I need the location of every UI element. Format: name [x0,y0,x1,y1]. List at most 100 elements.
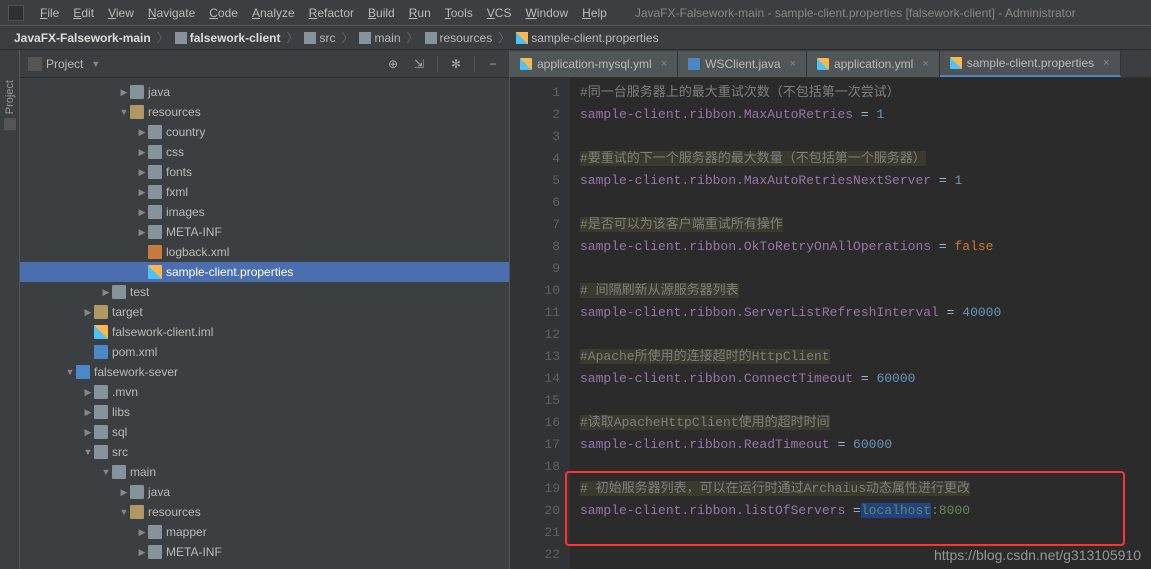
editor-tab[interactable]: WSClient.java× [678,51,807,77]
menu-run[interactable]: Run [403,4,437,22]
tree-arrow-icon[interactable]: ▶ [136,187,148,198]
locate-icon[interactable]: ⊕ [385,56,401,72]
tree-node[interactable]: ▼main [20,462,509,482]
breadcrumb-item[interactable]: falsework-client [171,29,285,47]
code-line[interactable] [580,456,1141,478]
code-line[interactable] [580,324,1141,346]
tree-arrow-icon[interactable]: ▶ [136,147,148,158]
tree-node[interactable]: ▶java [20,482,509,502]
code-line[interactable]: sample-client.ribbon.MaxAutoRetries = 1 [580,104,1141,126]
menu-tools[interactable]: Tools [439,4,479,22]
tree-arrow-icon[interactable]: ▶ [136,127,148,138]
tree-arrow-icon[interactable]: ▼ [100,467,112,477]
code-line[interactable] [580,192,1141,214]
tree-node[interactable]: ▶mapper [20,522,509,542]
tree-node[interactable]: ▶java [20,82,509,102]
code-line[interactable]: sample-client.ribbon.ConnectTimeout = 60… [580,368,1141,390]
project-tool-button[interactable]: Project [4,80,16,130]
code-line[interactable]: sample-client.ribbon.listOfServers =loca… [580,500,1141,522]
breadcrumb-item[interactable]: sample-client.properties [512,29,662,47]
tree-node[interactable]: pom.xml [20,342,509,362]
code-line[interactable]: sample-client.ribbon.MaxAutoRetriesNextS… [580,170,1141,192]
tree-arrow-icon[interactable]: ▶ [100,287,112,298]
editor-tab[interactable]: sample-client.properties× [940,51,1121,77]
code-line[interactable]: sample-client.ribbon.ServerListRefreshIn… [580,302,1141,324]
code-line[interactable] [580,258,1141,280]
breadcrumb-item[interactable]: src [300,29,339,47]
hide-icon[interactable]: − [485,56,501,72]
menu-navigate[interactable]: Navigate [142,4,201,22]
tree-arrow-icon[interactable]: ▼ [118,507,130,517]
code-line[interactable]: #要重试的下一个服务器的最大数量（不包括第一个服务器） [580,148,1141,170]
tree-arrow-icon[interactable]: ▶ [136,207,148,218]
tree-node[interactable]: ▶META-INF [20,222,509,242]
close-icon[interactable]: × [661,58,667,70]
menu-code[interactable]: Code [203,4,244,22]
tree-arrow-icon[interactable]: ▶ [118,487,130,498]
code-line[interactable]: #Apache所使用的连接超时的HttpClient [580,346,1141,368]
tree-node[interactable]: falsework-client.iml [20,322,509,342]
code-line[interactable]: sample-client.ribbon.OkToRetryOnAllOpera… [580,236,1141,258]
project-tree[interactable]: ▶java▼resources▶country▶css▶fonts▶fxml▶i… [20,78,509,569]
menu-edit[interactable]: Edit [67,4,100,22]
tree-arrow-icon[interactable]: ▶ [136,547,148,558]
code-line[interactable] [580,390,1141,412]
tree-arrow-icon[interactable]: ▶ [82,427,94,438]
close-icon[interactable]: × [790,58,796,70]
tree-arrow-icon[interactable]: ▶ [82,407,94,418]
tree-node[interactable]: ▶test [20,282,509,302]
menu-refactor[interactable]: Refactor [303,4,360,22]
code-line[interactable] [580,522,1141,544]
breadcrumb-item[interactable]: resources [421,29,497,47]
code-content[interactable]: #同一台服务器上的最大重试次数（不包括第一次尝试）sample-client.r… [570,78,1151,569]
tree-arrow-icon[interactable]: ▶ [118,87,130,98]
tree-node[interactable]: ▶fonts [20,162,509,182]
tree-node[interactable]: ▶.mvn [20,382,509,402]
editor-tab[interactable]: application.yml× [807,51,940,77]
tree-arrow-icon[interactable]: ▼ [82,447,94,457]
tree-arrow-icon[interactable]: ▶ [82,307,94,318]
code-line[interactable] [580,126,1141,148]
menu-build[interactable]: Build [362,4,401,22]
expand-icon[interactable]: ⇲ [411,56,427,72]
panel-title[interactable]: Project ▼ [28,57,100,71]
tree-node[interactable]: ▼resources [20,502,509,522]
menu-analyze[interactable]: Analyze [246,4,301,22]
tree-node[interactable]: logback.xml [20,242,509,262]
tree-node[interactable]: ▶target [20,302,509,322]
tree-arrow-icon[interactable]: ▶ [82,387,94,398]
code-line[interactable]: # 初始服务器列表，可以在运行时通过Archaius动态属性进行更改 [580,478,1141,500]
tree-arrow-icon[interactable]: ▼ [64,367,76,377]
code-line[interactable]: # 间隔刷新从源服务器列表 [580,280,1141,302]
tree-node[interactable]: sample-client.properties [20,262,509,282]
menu-window[interactable]: Window [519,4,574,22]
tree-arrow-icon[interactable]: ▶ [136,527,148,538]
code-line[interactable]: #同一台服务器上的最大重试次数（不包括第一次尝试） [580,82,1141,104]
tree-node[interactable]: ▼src [20,442,509,462]
tree-node[interactable]: ▼falsework-sever [20,362,509,382]
editor[interactable]: 12345678910111213141516171819202122 #同一台… [510,78,1151,569]
close-icon[interactable]: × [1103,57,1109,69]
tree-node[interactable]: ▶fxml [20,182,509,202]
editor-tab[interactable]: application-mysql.yml× [510,51,678,77]
tree-arrow-icon[interactable]: ▶ [136,227,148,238]
menu-vcs[interactable]: VCS [481,4,518,22]
tree-node[interactable]: ▶META-INF [20,542,509,562]
tree-arrow-icon[interactable]: ▶ [136,167,148,178]
code-line[interactable]: #读取ApacheHttpClient使用的超时时间 [580,412,1141,434]
breadcrumb-item[interactable]: JavaFX-Falsework-main [10,29,155,47]
gear-icon[interactable]: ✻ [448,56,464,72]
menu-file[interactable]: File [34,4,65,22]
tree-node[interactable]: ▼resources [20,102,509,122]
tree-arrow-icon[interactable]: ▼ [118,107,130,117]
code-line[interactable]: #是否可以为该客户端重试所有操作 [580,214,1141,236]
tree-node[interactable]: ▶libs [20,402,509,422]
breadcrumb-item[interactable]: main [355,29,404,47]
tree-node[interactable]: ▶country [20,122,509,142]
menu-view[interactable]: View [102,4,140,22]
menu-help[interactable]: Help [576,4,613,22]
tree-node[interactable]: ▶images [20,202,509,222]
close-icon[interactable]: × [922,58,928,70]
tree-node[interactable]: ▶sql [20,422,509,442]
tree-node[interactable]: ▶css [20,142,509,162]
